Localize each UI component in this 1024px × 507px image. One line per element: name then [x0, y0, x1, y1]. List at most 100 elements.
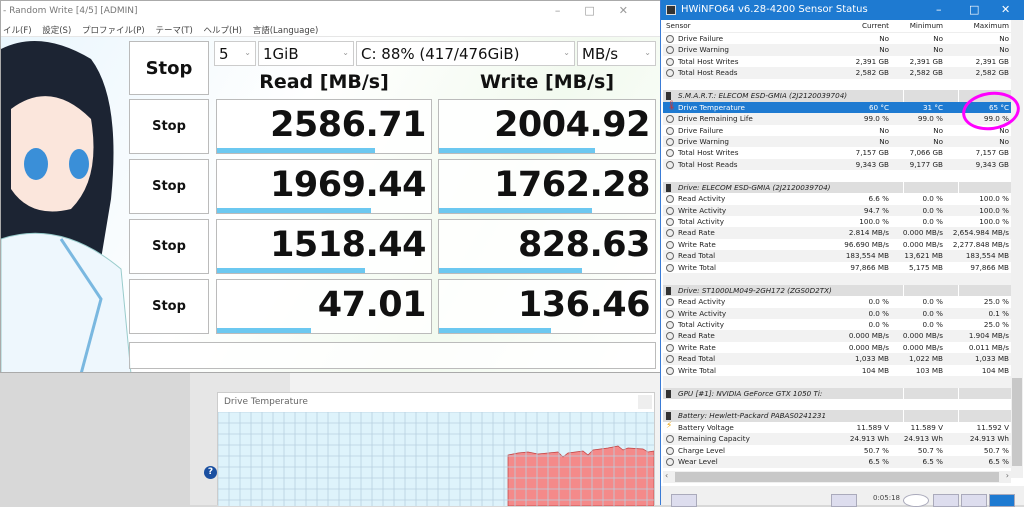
menu-theme[interactable]: テーマ(T): [155, 26, 192, 36]
count-select[interactable]: 5 ⌄: [214, 41, 256, 66]
close-button[interactable]: [638, 395, 652, 409]
chevron-down-icon: ⌄: [342, 48, 349, 57]
sensor-row[interactable]: Write Rate 96.690 MB/s 0.000 MB/s 2,277.848…: [663, 239, 1011, 250]
sensor-row[interactable]: Drive Warning No No No: [663, 44, 1011, 56]
sensor-row[interactable]: Total Activity 100.0 % 0.0 % 100.0 %: [663, 216, 1011, 227]
sensor-row[interactable]: Read Total 1,033 MB 1,022 MB 1,033 MB: [663, 353, 1011, 365]
group-header[interactable]: Drive: ELECOM ESD-GMIA (2J2120039704): [663, 181, 1011, 194]
sensor-row[interactable]: Read Rate 0.000 MB/s 0.000 MB/s 1.904 MB/s: [663, 330, 1011, 342]
menu-help[interactable]: ヘルプ(H): [203, 26, 242, 36]
network-button[interactable]: [831, 494, 857, 507]
maximum-value: 9,343 GB: [975, 159, 1009, 169]
read-bar: [217, 268, 365, 273]
maximize-button[interactable]: □: [969, 3, 979, 16]
gauge-icon: [666, 320, 674, 329]
sensor-row[interactable]: Drive Remaining Life 99.0 % 99.0 % 99.0 %: [663, 113, 1011, 125]
scroll-thumb[interactable]: [675, 472, 999, 482]
sensor-row[interactable]: Read Activity 0.0 % 0.0 % 25.0 %: [663, 296, 1011, 307]
scroll-right-icon[interactable]: ›: [1006, 471, 1009, 480]
minimize-button[interactable]: –: [555, 4, 585, 17]
read-bar: [217, 208, 372, 213]
minimum-value: 103 MB: [915, 365, 943, 375]
scroll-thumb[interactable]: [1012, 378, 1022, 466]
minimum-value: 2,582 GB: [909, 68, 943, 78]
sensor-row[interactable]: Write Activity 0.0 % 0.0 % 0.1 %: [663, 307, 1011, 319]
col-minimum[interactable]: Minimum: [910, 20, 943, 31]
read-bar: [217, 148, 376, 153]
sensor-row[interactable]: Wear Level 6.5 % 6.5 % 6.5 %: [663, 456, 1011, 468]
sensor-row[interactable]: Total Host Reads 9,343 GB 9,177 GB 9,343 GB: [663, 158, 1011, 171]
menu-bar: イル(F) 設定(S) プロファイル(P) テーマ(T) ヘルプ(H) 言語(L…: [1, 21, 660, 37]
sensor-row[interactable]: Drive Failure No No No: [663, 33, 1011, 44]
close-button[interactable]: ✕: [619, 4, 652, 17]
gauge-icon: [666, 206, 674, 215]
stop-button[interactable]: Stop: [129, 159, 209, 214]
sensor-row[interactable]: Write Activity 94.7 % 0.0 % 100.0 %: [663, 204, 1011, 216]
size-select[interactable]: 1GiB ⌄: [258, 41, 354, 66]
group-header[interactable]: GPU [#1]: NVIDIA GeForce GTX 1050 Ti:: [663, 387, 1011, 399]
col-sensor[interactable]: Sensor: [666, 20, 691, 31]
stop-button[interactable]: Stop: [129, 279, 209, 334]
sensor-row[interactable]: 🌡 Drive Temperature 60 °C 31 °C 65 °C: [663, 101, 1011, 114]
sensor-row[interactable]: Drive Failure No No No: [663, 125, 1011, 136]
sensor-row[interactable]: Total Host Writes 7,157 GB 7,066 GB 7,157 G…: [663, 147, 1011, 158]
unit-value: MB/s: [582, 45, 619, 63]
group-header[interactable]: Battery: Hewlett-Packard PABAS0241231: [663, 410, 1011, 422]
sensor-row[interactable]: Read Activity 6.6 % 0.0 % 100.0 %: [663, 193, 1011, 204]
group-header[interactable]: Drive: ST1000LM049-2GH172 (ZGS0D2TX): [663, 284, 1011, 297]
sensor-row[interactable]: Write Total 97,866 MB 5,175 MB 97,866 MB: [663, 262, 1011, 273]
maximum-value: 24.913 Wh: [969, 434, 1009, 444]
sensor-row[interactable]: Read Total 183,554 MB 13,621 MB 183,554 MB: [663, 250, 1011, 262]
unit-select[interactable]: MB/s ⌄: [577, 41, 656, 66]
nav-arrows-button[interactable]: [671, 494, 697, 507]
current-value: 24.913 Wh: [849, 434, 889, 444]
maximum-value: 104 MB: [981, 365, 1009, 375]
sensor-row[interactable]: Total Host Writes 2,391 GB 2,391 GB 2,391 G…: [663, 56, 1011, 67]
sensor-row[interactable]: Write Rate 0.000 MB/s 0.000 MB/s 0.011 MB/s: [663, 342, 1011, 353]
settings-button[interactable]: [961, 494, 987, 507]
clock-icon[interactable]: [903, 494, 929, 507]
sensor-row[interactable]: Remaining Capacity 24.913 Wh 24.913 Wh 24.9…: [663, 433, 1011, 445]
stop-button[interactable]: Stop: [129, 219, 209, 274]
close-button[interactable]: ✕: [1001, 3, 1010, 16]
close-sensors-button[interactable]: [989, 494, 1015, 507]
minimum-value: 0.000 MB/s: [902, 239, 943, 249]
maximum-value: 25.0 %: [983, 297, 1009, 307]
sensor-row[interactable]: Charge Level 50.7 % 50.7 % 50.7 %: [663, 445, 1011, 456]
comment-field[interactable]: [129, 342, 656, 369]
maximum-value: 2,391 GB: [975, 56, 1009, 66]
sensor-row[interactable]: Read Rate 2.814 MB/s 0.000 MB/s 2,654.984 M…: [663, 227, 1011, 239]
menu-file[interactable]: イル(F): [3, 26, 32, 36]
scroll-left-icon[interactable]: ‹: [665, 471, 668, 480]
menu-language[interactable]: 言語(Language): [253, 26, 319, 36]
help-icon[interactable]: ?: [204, 466, 217, 479]
sensor-name: Total Host Reads: [678, 68, 738, 78]
sensor-name: Drive Temperature: [678, 102, 745, 112]
sensor-row[interactable]: Drive Warning No No No: [663, 135, 1011, 148]
menu-settings[interactable]: 設定(S): [42, 26, 71, 36]
maximize-button[interactable]: □: [584, 4, 618, 17]
col-maximum[interactable]: Maximum: [974, 20, 1009, 31]
sensor-row[interactable]: Total Host Reads 2,582 GB 2,582 GB 2,582 GB: [663, 67, 1011, 79]
report-button[interactable]: [933, 494, 959, 507]
menu-profile[interactable]: プロファイル(P): [82, 26, 145, 36]
drive-select[interactable]: C: 88% (417/476GiB) ⌄: [356, 41, 575, 66]
read-value: 2586.71: [270, 105, 426, 145]
col-current[interactable]: Current: [862, 20, 889, 31]
window-controls[interactable]: –□✕: [555, 4, 652, 17]
horizontal-scrollbar[interactable]: ‹ ›: [663, 471, 1011, 483]
maximum-value: 183,554 MB: [965, 251, 1009, 261]
read-result: 1518.44: [216, 219, 432, 274]
sensor-row[interactable]: Total Activity 0.0 % 0.0 % 25.0 %: [663, 319, 1011, 330]
sensor-row[interactable]: Write Total 104 MB 103 MB 104 MB: [663, 365, 1011, 376]
stop-button[interactable]: Stop: [129, 99, 209, 154]
gauge-icon: [666, 115, 674, 124]
minimize-button[interactable]: –: [936, 3, 942, 16]
write-bar: [439, 208, 593, 213]
stop-all-button[interactable]: Stop: [129, 41, 209, 95]
sensor-name: Read Rate: [678, 331, 715, 341]
vertical-scrollbar[interactable]: [1011, 20, 1023, 478]
group-header[interactable]: S.M.A.R.T.: ELECOM ESD-GMIA (2J212003970…: [663, 90, 1011, 102]
sensor-row[interactable]: ⚡ Battery Voltage 11.589 V 11.589 V 11.592 V: [663, 421, 1011, 433]
device-icon: [666, 286, 671, 295]
